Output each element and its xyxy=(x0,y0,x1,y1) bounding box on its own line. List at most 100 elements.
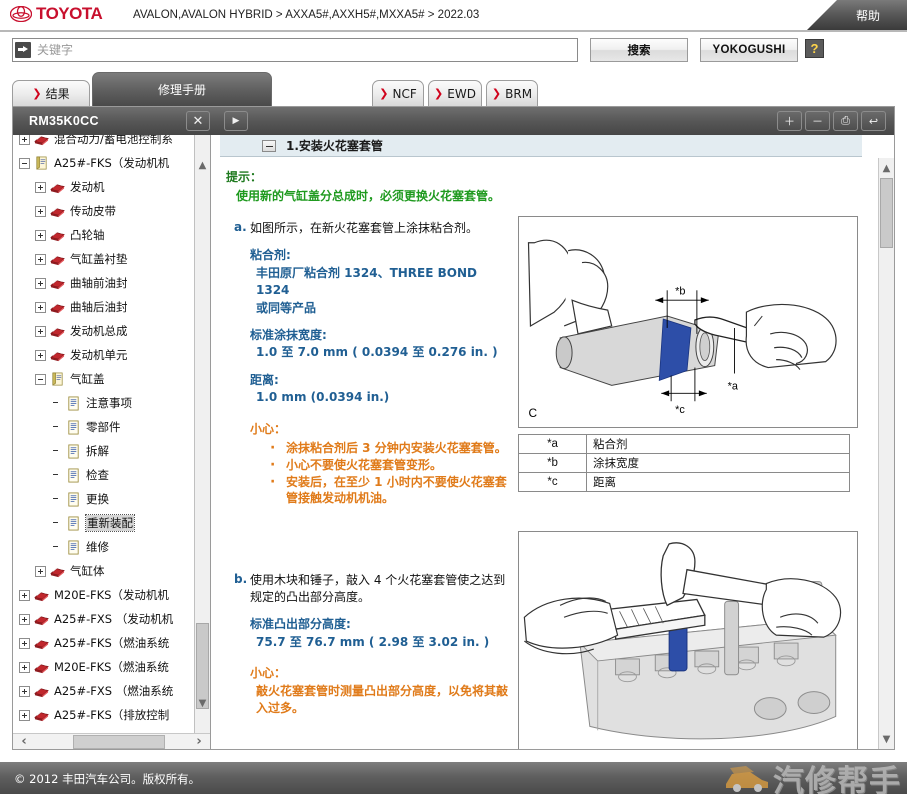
help-question-icon[interactable]: ? xyxy=(805,39,824,58)
book-icon xyxy=(50,228,70,243)
spec-label-distance: 距离: xyxy=(250,372,279,387)
doc-folder-icon xyxy=(50,372,70,387)
search-button[interactable]: 搜索 xyxy=(590,38,688,62)
search-input[interactable] xyxy=(35,40,577,60)
tree-item-label: 曲轴前油封 xyxy=(70,276,128,290)
expand-icon[interactable] xyxy=(19,135,30,145)
tree-item-label: 拆解 xyxy=(86,444,109,458)
chevron-right-icon: ❯ xyxy=(491,87,502,100)
expand-icon[interactable] xyxy=(35,349,46,361)
spec-label-adhesive: 粘合剂: xyxy=(250,248,291,263)
tree-item-18[interactable]: 气缸体 xyxy=(13,559,195,583)
book-icon xyxy=(34,612,54,627)
tab-repair-manual[interactable]: 修理手册 xyxy=(92,72,272,106)
caution-label-b: 小心： xyxy=(250,666,287,681)
zoom-out-icon[interactable]: － xyxy=(805,111,830,131)
tab-ewd-label: EWD xyxy=(447,86,476,101)
tree-item-6[interactable]: 曲轴前油封 xyxy=(13,271,195,295)
tab-ncf[interactable]: ❯ NCF xyxy=(372,80,424,106)
tree-item-15[interactable]: 更换 xyxy=(13,487,195,511)
tree-scroll-down-icon[interactable]: ▼ xyxy=(195,695,210,711)
document-body: 混合动力/蓄电池控制系 A25#-FKS（发动机机发动机传动皮带 凸轮轴 气缸盖衬垫曲… xyxy=(13,135,894,749)
collapse-section-icon[interactable] xyxy=(262,139,276,152)
expand-icon[interactable] xyxy=(19,685,30,697)
back-icon[interactable]: ↩ xyxy=(861,111,886,131)
content-scroll-down-icon[interactable]: ▼ xyxy=(879,731,894,747)
print-icon[interactable]: ⎙ xyxy=(833,111,858,131)
content-scroll-thumb[interactable] xyxy=(880,178,893,248)
search-box[interactable] xyxy=(12,38,578,62)
tree-item-21[interactable]: A25#-FKS（燃油系统 xyxy=(13,631,195,655)
tree-item-22[interactable]: M20E-FKS（燃油系统 xyxy=(13,655,195,679)
tree-item-2[interactable]: 发动机 xyxy=(13,175,195,199)
tree-item-20[interactable]: A25#-FXS （发动机机 xyxy=(13,607,195,631)
expand-icon[interactable] xyxy=(35,205,46,217)
watermark-text: 汽修帮手 xyxy=(773,764,901,794)
tree-item-11[interactable]: 注意事项 xyxy=(13,391,195,415)
expand-icon[interactable] xyxy=(35,229,46,241)
expand-icon[interactable] xyxy=(35,565,46,577)
tree-item-14[interactable]: 检查 xyxy=(13,463,195,487)
expand-icon[interactable] xyxy=(35,325,46,337)
expand-icon[interactable] xyxy=(35,277,46,289)
tree-item-label: 零部件 xyxy=(86,420,121,434)
tree-item-4[interactable]: 凸轮轴 xyxy=(13,223,195,247)
tab-results[interactable]: ❯ 结果 xyxy=(12,80,90,106)
expand-icon[interactable] xyxy=(19,661,30,673)
expand-panel-button[interactable]: ▶ xyxy=(224,111,248,131)
tree-item-10[interactable]: 气缸盖 xyxy=(13,367,195,391)
tree-scroll-right-icon[interactable]: › xyxy=(188,734,210,749)
book-icon xyxy=(34,135,54,147)
tree-item-23[interactable]: A25#-FXS （燃油系统 xyxy=(13,679,195,703)
tree-item-24[interactable]: A25#-FKS（排放控制 xyxy=(13,703,195,727)
collapse-icon[interactable] xyxy=(19,157,30,169)
page-icon xyxy=(66,420,86,435)
tree-item-13[interactable]: 拆解 xyxy=(13,439,195,463)
navigation-tree-panel: 混合动力/蓄电池控制系 A25#-FKS（发动机机发动机传动皮带 凸轮轴 气缸盖衬垫曲… xyxy=(13,135,211,749)
tree-item-label: 发动机单元 xyxy=(70,348,128,362)
close-document-button[interactable]: ✕ xyxy=(186,111,210,131)
breadcrumb: AVALON,AVALON HYBRID > AXXA5#,AXXH5#,MXX… xyxy=(133,9,480,21)
expand-icon[interactable] xyxy=(19,709,30,721)
step-a-content: 如图所示，在新火花塞套管上涂抹粘合剂。 粘合剂: 丰田原厂粘合剂 1324、TH… xyxy=(250,220,512,508)
expand-icon[interactable] xyxy=(19,589,30,601)
tab-brm[interactable]: ❯ BRM xyxy=(486,80,538,106)
tree-scroll-left-icon[interactable]: ‹ xyxy=(13,734,35,749)
expand-icon[interactable] xyxy=(35,181,46,193)
tree-item-8[interactable]: 发动机总成 xyxy=(13,319,195,343)
tree-item-12[interactable]: 零部件 xyxy=(13,415,195,439)
tree-item-0[interactable]: 混合动力/蓄电池控制系 xyxy=(13,135,195,151)
chevron-right-icon: ❯ xyxy=(379,87,389,100)
tree-item-1[interactable]: A25#-FKS（发动机机 xyxy=(13,151,195,175)
tree-item-7[interactable]: 曲轴后油封 xyxy=(13,295,195,319)
tree-item-19[interactable]: M20E-FKS（发动机机 xyxy=(13,583,195,607)
expand-icon[interactable] xyxy=(19,613,30,625)
zoom-in-icon[interactable]: ＋ xyxy=(777,111,802,131)
book-icon xyxy=(34,708,54,723)
tree-item-3[interactable]: 传动皮带 xyxy=(13,199,195,223)
content-vertical-scrollbar[interactable]: ▲ ▼ xyxy=(878,158,894,749)
content-scroll-up-icon[interactable]: ▲ xyxy=(879,160,894,176)
expand-icon[interactable] xyxy=(19,637,30,649)
section-header[interactable]: 1.安装火花塞套管 xyxy=(220,135,862,157)
tree-item-label: 发动机 xyxy=(70,180,105,194)
tree-scroll-up-icon[interactable]: ▲ xyxy=(195,157,210,173)
tree-item-16[interactable]: 重新装配 xyxy=(13,511,195,535)
tree-item-5[interactable]: 气缸盖衬垫 xyxy=(13,247,195,271)
tree-item-9[interactable]: 发动机单元 xyxy=(13,343,195,367)
tree-hscroll-thumb[interactable] xyxy=(73,734,165,749)
tree-vertical-scrollbar[interactable]: ▲ ▼ xyxy=(194,135,210,733)
collapse-icon[interactable] xyxy=(35,373,46,385)
expand-icon[interactable] xyxy=(35,253,46,265)
tree-item-label: 重新装配 xyxy=(85,514,135,532)
tree-item-17[interactable]: 维修 xyxy=(13,535,195,559)
tree-hscroll-track[interactable] xyxy=(35,734,188,749)
book-icon xyxy=(50,564,70,579)
yokogushi-button[interactable]: YOKOGUSHI xyxy=(700,38,798,62)
expand-icon[interactable] xyxy=(35,301,46,313)
tree-spacer xyxy=(51,542,62,553)
tab-ewd[interactable]: ❯ EWD xyxy=(428,80,482,106)
tree-horizontal-scrollbar[interactable]: ‹ › xyxy=(13,733,210,749)
help-button[interactable]: 帮助 xyxy=(807,0,907,30)
book-icon xyxy=(50,180,70,195)
